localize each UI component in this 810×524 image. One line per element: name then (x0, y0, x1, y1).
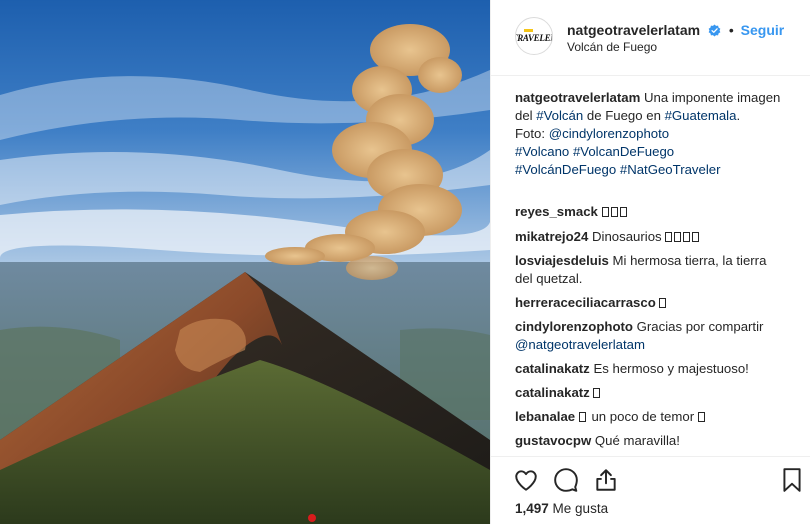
comment-text: Gracias por compartir (636, 319, 764, 334)
comment: cindylorenzophoto Gracias por compartir … (515, 318, 785, 354)
mention-cindylorenzophoto[interactable]: @cindylorenzophoto (549, 126, 669, 141)
post-actions: 1,497 Me gusta (491, 456, 810, 524)
share-icon[interactable] (593, 467, 619, 493)
comment: losviajesdeluis Mi hermosa tierra, la ti… (515, 252, 785, 288)
heart-icon[interactable] (513, 467, 539, 493)
emoji-box (619, 207, 627, 217)
comment-icon[interactable] (553, 467, 579, 493)
comment-username[interactable]: catalinakatz (515, 385, 590, 400)
emoji-box (692, 232, 700, 242)
emoji-box (697, 412, 705, 422)
hashtag-guatemala[interactable]: #Guatemala (665, 108, 737, 123)
emoji-box (683, 232, 691, 242)
emoji-box (578, 412, 586, 422)
post-header: TRAVELER natgeotravelerlatam • Seguir Vo… (491, 0, 810, 76)
hashtag-volcan[interactable]: #Volcán (536, 108, 583, 123)
comment-text: Es hermoso y majestuoso! (593, 361, 749, 376)
comment-username[interactable]: mikatrejo24 (515, 229, 588, 244)
bookmark-icon[interactable] (779, 467, 805, 493)
comment-username[interactable]: reyes_smack (515, 204, 598, 219)
follow-button[interactable]: Seguir (741, 22, 785, 38)
comment: lebanalae un poco de temor (515, 408, 785, 426)
mention-natgeotravelerlatam[interactable]: @natgeotravelerlatam (515, 337, 645, 352)
comment-username[interactable]: losviajesdeluis (515, 253, 609, 268)
caption-text: de Fuego en (583, 108, 665, 123)
comment-username[interactable]: cindylorenzophoto (515, 319, 633, 334)
likes-count[interactable]: 1,497 Me gusta (515, 501, 608, 516)
caption-username[interactable]: natgeotravelerlatam (515, 90, 640, 105)
hashtag-volcandefuego-accent[interactable]: #VolcánDeFuego (515, 162, 616, 177)
caption: natgeotravelerlatam Una imponente imagen… (515, 89, 785, 179)
post-panel: TRAVELER natgeotravelerlatam • Seguir Vo… (490, 0, 810, 524)
comment: catalinakatz Es hermoso y majestuoso! (515, 360, 785, 378)
comment: gustavocpw Qué maravilla! (515, 432, 785, 450)
comment-username[interactable]: lebanalae (515, 409, 575, 424)
avatar[interactable]: TRAVELER (515, 17, 553, 55)
comment-username[interactable]: herreraceciliacarrasco (515, 295, 656, 310)
comment-text: Dinosaurios (591, 229, 662, 244)
emoji-box (610, 207, 618, 217)
comment: herreraceciliacarrasco (515, 294, 785, 312)
volcano-image (0, 0, 490, 524)
hashtag-natgeotraveler[interactable]: #NatGeoTraveler (620, 162, 721, 177)
comment: mikatrejo24 Dinosaurios (515, 228, 785, 246)
comment-username[interactable]: gustavocpw (515, 433, 591, 448)
avatar-logo-text: TRAVELER (516, 32, 552, 43)
emoji-box (674, 232, 682, 242)
comment-username[interactable]: catalinakatz (515, 361, 590, 376)
caption-foto-label: Foto: (515, 126, 549, 141)
avatar-logo-bar (524, 29, 533, 32)
comment: reyes_smack (515, 203, 785, 221)
post-location[interactable]: Volcán de Fuego (567, 40, 657, 54)
post-username[interactable]: natgeotravelerlatam (567, 22, 700, 38)
verified-badge-icon (708, 24, 721, 37)
emoji-box (665, 232, 673, 242)
caption-text: . (736, 108, 741, 123)
hashtag-volcano[interactable]: #Volcano (515, 144, 569, 159)
post-photo[interactable] (0, 0, 490, 524)
emoji-box (593, 388, 601, 398)
emoji-box (659, 298, 667, 308)
comment: catalinakatz (515, 384, 785, 402)
emoji-box (601, 207, 609, 217)
comment-text: un poco de temor (591, 409, 695, 424)
hashtag-volcandefuego[interactable]: #VolcanDeFuego (573, 144, 674, 159)
comment-text: Qué maravilla! (594, 433, 680, 448)
header-separator: • (728, 22, 734, 38)
likes-label: Me gusta (548, 501, 609, 516)
comments-list[interactable]: natgeotravelerlatam Una imponente imagen… (491, 77, 810, 457)
likes-number: 1,497 (515, 501, 549, 516)
